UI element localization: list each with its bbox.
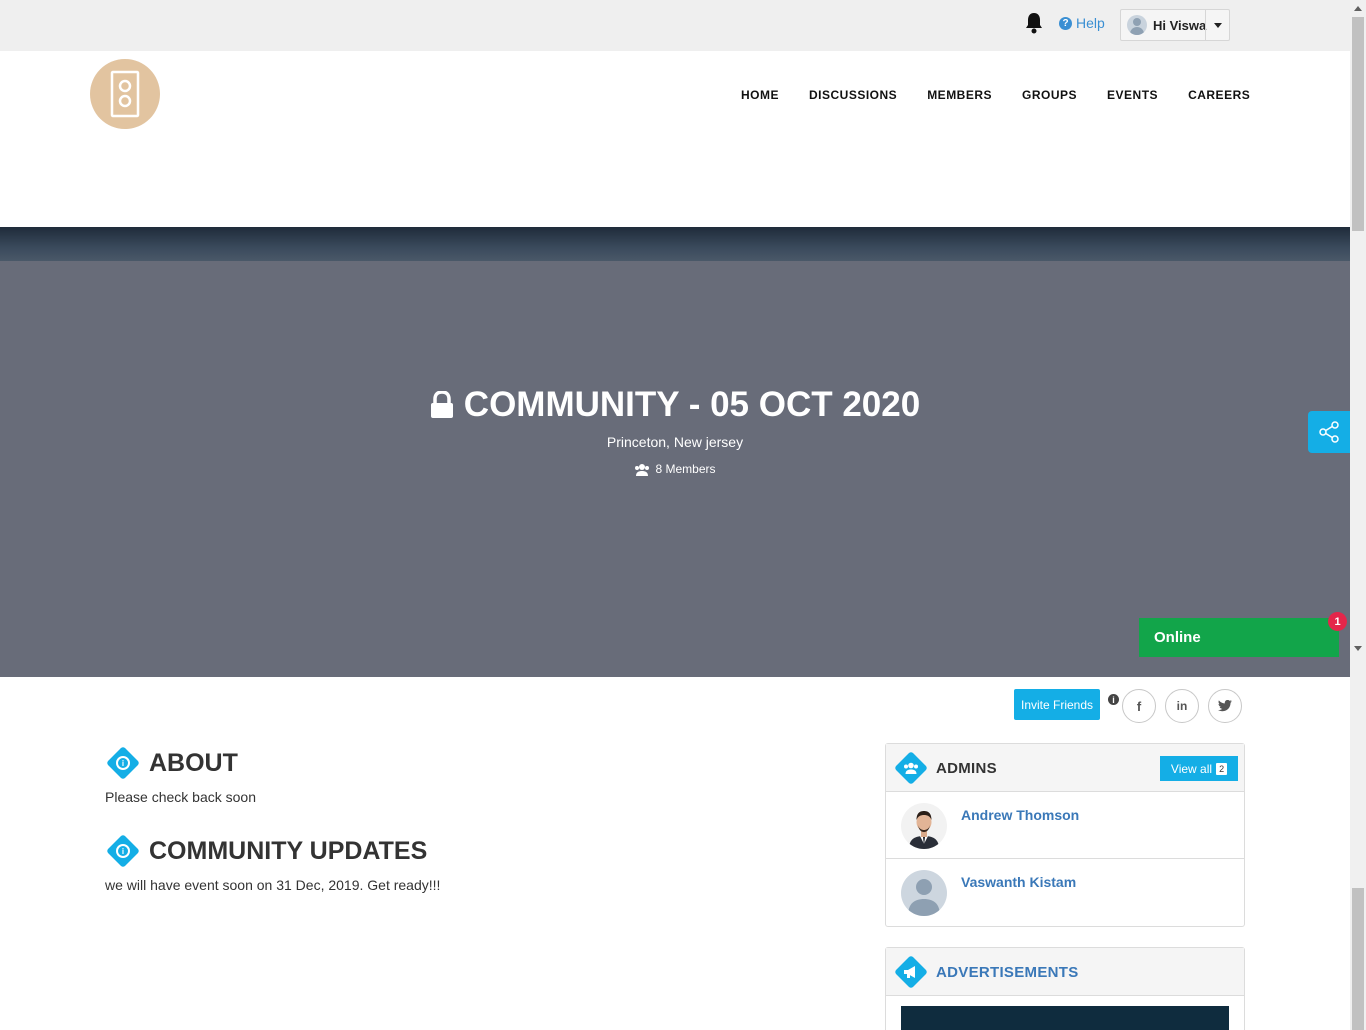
lock-icon	[430, 391, 453, 418]
megaphone-icon	[904, 966, 915, 978]
invite-friends-button[interactable]: Invite Friends	[1014, 689, 1100, 720]
users-icon	[904, 762, 918, 774]
site-logo[interactable]	[90, 59, 160, 129]
view-all-admins-button[interactable]: View all 2	[1160, 756, 1238, 781]
share-floating-button[interactable]	[1308, 411, 1350, 453]
caret-down-icon	[1213, 22, 1222, 28]
twitter-share-button[interactable]	[1208, 689, 1242, 723]
community-title-text: COMMUNITY - 05 OCT 2020	[463, 385, 921, 424]
scroll-down-arrow-icon[interactable]	[1354, 646, 1362, 651]
nav-groups[interactable]: GROUPS	[1022, 88, 1077, 102]
user-menu-button[interactable]: Hi Viswa	[1120, 9, 1230, 41]
admins-count-badge: 2	[1216, 762, 1228, 775]
nav-home[interactable]: HOME	[741, 88, 779, 102]
notification-bell-icon[interactable]	[1024, 12, 1044, 34]
top-utility-bar: ? Help Hi Viswa	[0, 0, 1350, 51]
admin-avatar[interactable]	[901, 870, 947, 916]
community-members-count[interactable]: 8 Members	[0, 462, 1350, 476]
info-circle-icon: i	[116, 844, 130, 858]
users-icon	[635, 463, 650, 476]
admin-list-item[interactable]: Vaswanth Kistam	[886, 859, 1244, 926]
advertisement-banner[interactable]	[901, 1006, 1229, 1030]
advertisements-card-header: ADVERTISEMENTS	[886, 948, 1244, 996]
question-circle-icon: ?	[1059, 16, 1072, 30]
linkedin-icon: in	[1176, 699, 1188, 713]
main-nav: HOME DISCUSSIONS MEMBERS GROUPS EVENTS C…	[741, 88, 1250, 102]
user-menu-dropdown-toggle[interactable]	[1205, 10, 1229, 40]
hero-banner: COMMUNITY - 05 OCT 2020 Princeton, New j…	[0, 261, 1350, 677]
nav-events[interactable]: EVENTS	[1107, 88, 1158, 102]
hero-cover-image	[0, 227, 1350, 261]
admin-name[interactable]: Vaswanth Kistam	[961, 874, 1076, 890]
info-circle-icon: i	[116, 756, 130, 770]
linkedin-share-button[interactable]: in	[1165, 689, 1199, 723]
admin-list-item[interactable]: Andrew Thomson	[886, 792, 1244, 859]
view-all-label: View all	[1170, 761, 1213, 776]
community-updates-heading: COMMUNITY UPDATES	[149, 837, 428, 865]
chat-notification-badge: 1	[1328, 612, 1347, 631]
help-link[interactable]: ? Help	[1059, 15, 1105, 31]
admin-name[interactable]: Andrew Thomson	[961, 807, 1079, 823]
info-icon[interactable]: i	[1108, 694, 1119, 705]
user-avatar-icon	[1127, 15, 1147, 35]
speaker-logo-icon	[110, 70, 140, 118]
about-heading: ABOUT	[149, 749, 238, 777]
admins-heading: ADMINS	[936, 760, 997, 777]
page-scrollbar[interactable]	[1350, 0, 1366, 1030]
members-count-label: 8 Members	[655, 462, 716, 476]
help-label: Help	[1076, 15, 1105, 31]
scrollbar-thumb[interactable]	[1352, 17, 1364, 231]
facebook-share-button[interactable]: f	[1122, 689, 1156, 723]
facebook-icon: f	[1136, 698, 1142, 714]
user-greeting: Hi Viswa	[1153, 17, 1207, 33]
nav-members[interactable]: MEMBERS	[927, 88, 992, 102]
community-title: COMMUNITY - 05 OCT 2020	[0, 385, 1350, 425]
advertisements-card: ADVERTISEMENTS	[885, 947, 1245, 1030]
admin-avatar[interactable]	[901, 803, 947, 849]
scroll-up-arrow-icon[interactable]	[1354, 6, 1362, 11]
advertisements-heading: ADVERTISEMENTS	[936, 964, 1079, 981]
share-icon	[1319, 421, 1339, 443]
admins-card: ADMINS View all 2 Andrew Thomson Vaswant…	[885, 743, 1245, 927]
nav-discussions[interactable]: DISCUSSIONS	[809, 88, 897, 102]
online-chat-widget[interactable]: Online	[1139, 618, 1339, 657]
community-updates-text: we will have event soon on 31 Dec, 2019.…	[105, 877, 441, 893]
online-status-label: Online	[1154, 629, 1201, 646]
twitter-icon	[1218, 700, 1232, 712]
nav-careers[interactable]: CAREERS	[1188, 88, 1250, 102]
inner-scrollbar-thumb[interactable]	[1352, 888, 1364, 1030]
community-location: Princeton, New jersey	[606, 434, 744, 450]
about-text: Please check back soon	[105, 789, 256, 805]
admins-card-header: ADMINS View all 2	[886, 744, 1244, 792]
